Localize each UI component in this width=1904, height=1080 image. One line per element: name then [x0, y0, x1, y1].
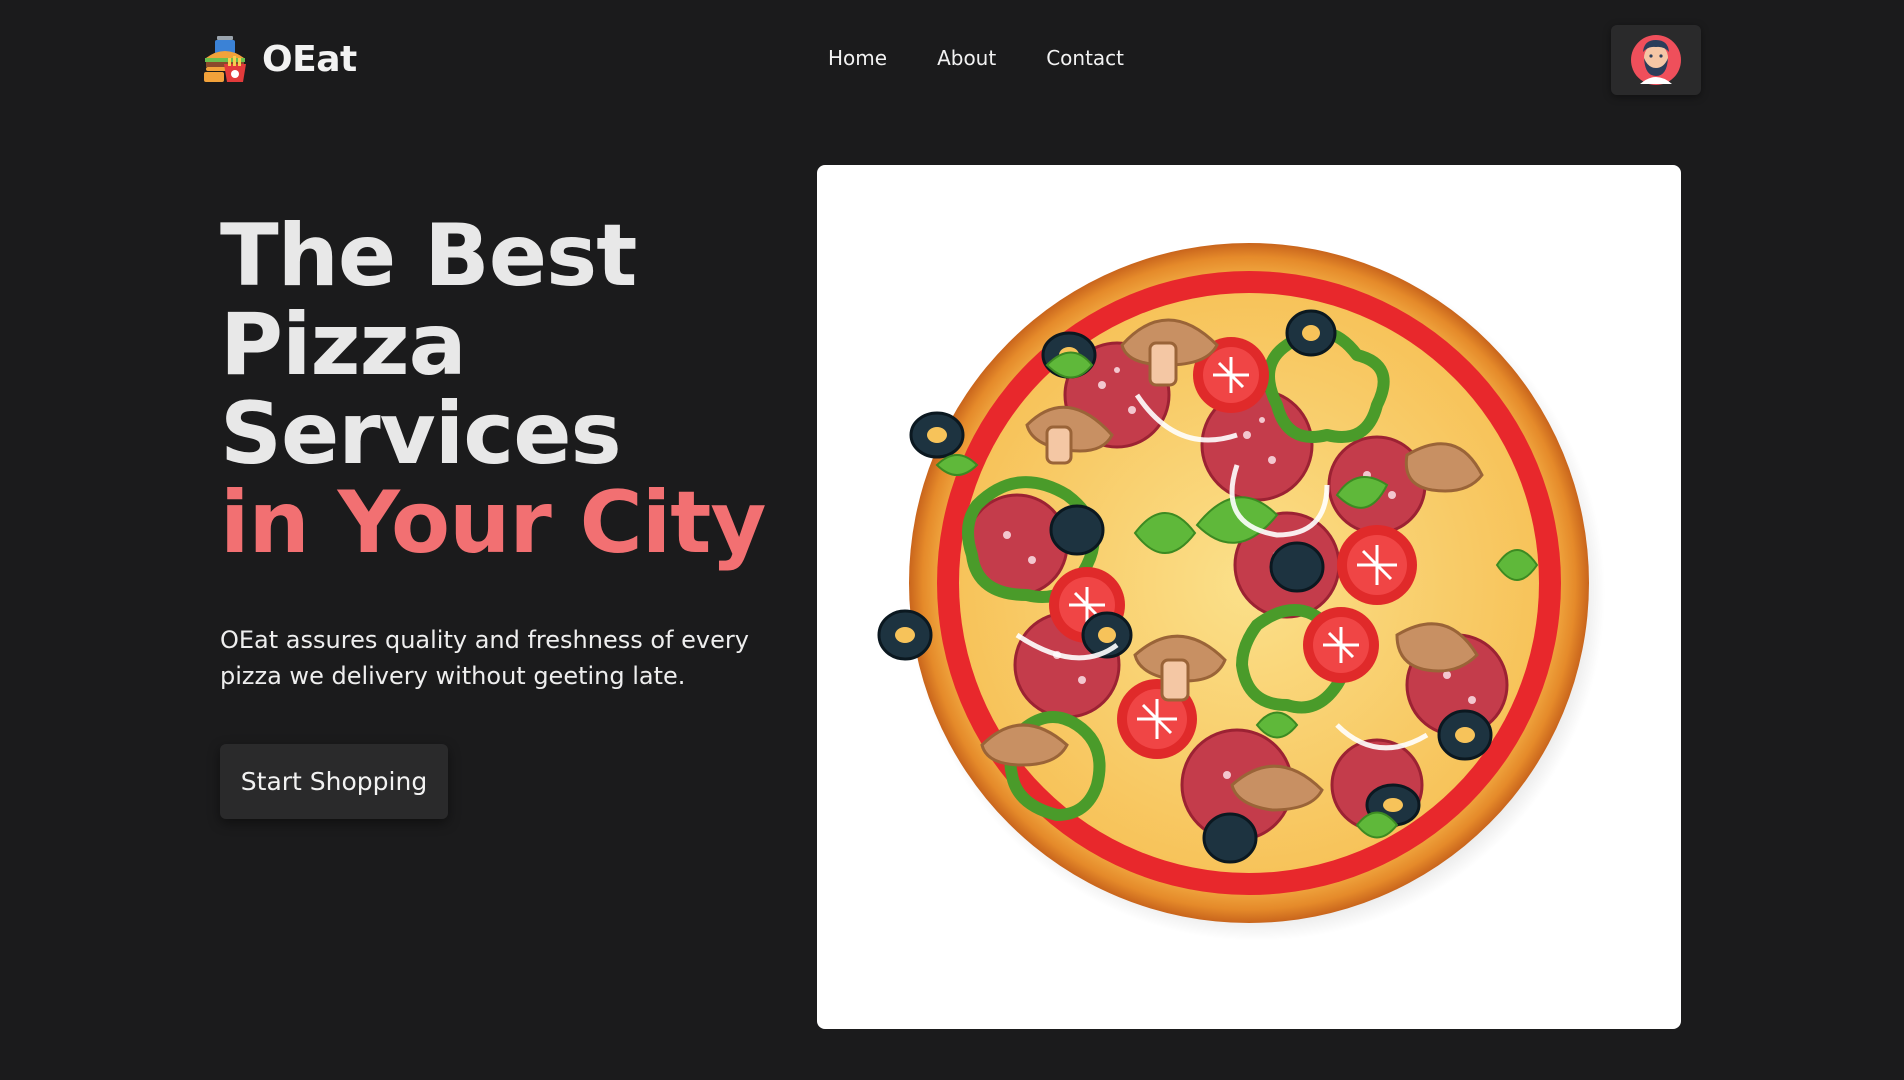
nav-link-contact[interactable]: Contact	[1046, 46, 1124, 70]
hero-description: OEat assures quality and freshness of ev…	[220, 626, 749, 690]
main-nav: Home About Contact	[828, 46, 1124, 70]
start-shopping-button[interactable]: Start Shopping	[220, 744, 448, 819]
nav-link-home[interactable]: Home	[828, 46, 887, 70]
brand[interactable]: OEat	[200, 34, 357, 84]
landing-page: OEat Home About Contact The Best Pizza S…	[0, 0, 1904, 1080]
hero-image-card	[817, 165, 1681, 1029]
nav-link-about[interactable]: About	[937, 46, 996, 70]
user-avatar-button[interactable]	[1611, 25, 1701, 95]
pizza-illustration	[877, 243, 1605, 941]
hero-title-line: Pizza	[220, 295, 467, 395]
hero-title-line: Services	[220, 384, 622, 484]
hero-title-accent: in Your City	[220, 473, 766, 573]
hero-title: The Best Pizza Services in Your City	[220, 206, 766, 573]
food-combo-icon	[204, 36, 246, 82]
brand-name: OEat	[262, 38, 357, 80]
bearded-man-avatar-icon	[1631, 35, 1681, 85]
hero-title-line: The Best	[220, 206, 637, 306]
